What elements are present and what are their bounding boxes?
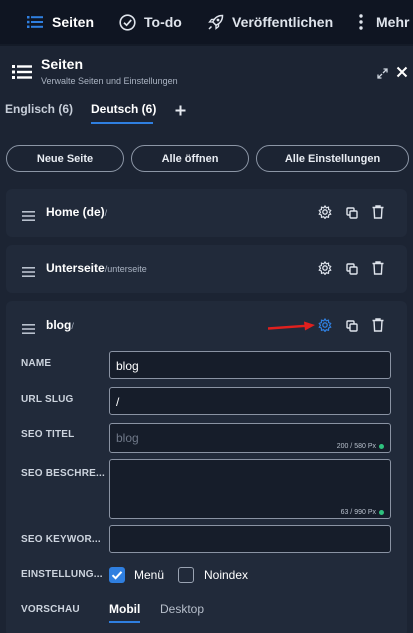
close-icon[interactable] xyxy=(396,65,408,83)
tab-englisch[interactable]: Englisch (6) xyxy=(5,102,73,116)
page-path: /unterseite xyxy=(104,264,147,274)
tab-deutsch[interactable]: Deutsch (6) xyxy=(91,102,156,116)
noindex-checkbox[interactable] xyxy=(178,567,194,583)
seo-keywords-field[interactable] xyxy=(109,525,391,553)
page-name: Unterseite xyxy=(46,261,105,275)
page-path: / xyxy=(104,208,108,218)
page-path: / xyxy=(71,321,74,331)
check-icon xyxy=(111,571,123,580)
pointer-arrow xyxy=(267,320,316,338)
seo-description-counter: 63 / 990 Px xyxy=(341,509,384,516)
trash-icon[interactable] xyxy=(372,205,384,224)
language-tabs: Englisch (6) Deutsch (6) xyxy=(0,98,413,126)
new-page-button[interactable]: Neue Seite xyxy=(6,145,124,172)
all-settings-button[interactable]: Alle Einstellungen xyxy=(256,145,409,172)
settings-icon[interactable] xyxy=(318,317,332,337)
more-vertical-icon xyxy=(356,13,366,31)
panel-subtitle: Verwalte Seiten und Einstellungen xyxy=(41,76,178,86)
page-name: Home (de) xyxy=(46,205,105,219)
rocket-icon xyxy=(206,13,224,31)
page-title-row[interactable]: blog/ xyxy=(46,318,74,332)
settings-icon[interactable] xyxy=(318,260,332,280)
nav-label: Seiten xyxy=(52,14,95,30)
settings-label: EINSTELLUNG... xyxy=(21,569,103,580)
url-slug-field[interactable]: / xyxy=(109,387,391,415)
nav-label: Veröffentlichen xyxy=(232,14,334,30)
seo-title-placeholder: blog xyxy=(116,431,139,445)
open-all-button[interactable]: Alle öffnen xyxy=(131,145,249,172)
panel-header: Seiten Verwalte Seiten und Einstellungen xyxy=(0,46,413,96)
seo-keywords-label: SEO KEYWOR... xyxy=(21,534,101,545)
nav-item-veroeffentlichen[interactable]: Veröffentlichen xyxy=(206,0,333,44)
noindex-checkbox-label[interactable]: Noindex xyxy=(204,568,248,582)
url-slug-value: / xyxy=(116,395,120,409)
duplicate-icon[interactable] xyxy=(346,319,358,337)
name-value: blog xyxy=(116,359,139,373)
page-card-blog: blog/ NAME blog URL SLUG / SEO TITEL blo… xyxy=(6,301,407,633)
trash-icon[interactable] xyxy=(372,261,384,280)
add-language-icon[interactable] xyxy=(175,103,186,121)
drag-handle-icon[interactable] xyxy=(22,264,35,282)
settings-icon[interactable] xyxy=(318,204,332,224)
name-field[interactable]: blog xyxy=(109,351,391,379)
seo-title-label: SEO TITEL xyxy=(21,429,75,440)
seo-description-label: SEO BESCHRE... xyxy=(21,468,105,479)
page-name: blog xyxy=(46,318,72,332)
nav-item-mehr[interactable]: Mehr xyxy=(356,0,409,44)
page-title-row: Home (de)/ xyxy=(46,205,107,219)
preview-tab-desktop[interactable]: Desktop xyxy=(160,602,204,616)
nav-label: To-do xyxy=(144,14,182,30)
list-icon xyxy=(26,13,44,31)
page-card-unterseite[interactable]: Unterseite/unterseite xyxy=(6,245,407,293)
nav-item-seiten[interactable]: Seiten xyxy=(26,0,94,44)
counter-text: 200 / 580 Px xyxy=(336,443,376,450)
menu-checkbox[interactable] xyxy=(109,567,125,583)
menu-checkbox-label[interactable]: Menü xyxy=(134,568,164,582)
seo-title-field[interactable]: blog 200 / 580 Px xyxy=(109,423,391,453)
status-dot xyxy=(379,444,384,449)
preview-tab-mobil[interactable]: Mobil xyxy=(109,602,140,616)
page-title-row: Unterseite/unterseite xyxy=(46,261,147,275)
trash-icon[interactable] xyxy=(372,318,384,337)
url-slug-label: URL SLUG xyxy=(21,394,74,405)
status-dot xyxy=(379,510,384,515)
preview-tab-indicator xyxy=(109,621,140,623)
name-label: NAME xyxy=(21,358,52,369)
expand-icon[interactable] xyxy=(377,66,388,84)
nav-item-todo[interactable]: To-do xyxy=(118,0,182,44)
duplicate-icon[interactable] xyxy=(346,262,358,280)
nav-label: Mehr xyxy=(376,14,410,30)
drag-handle-icon[interactable] xyxy=(22,321,35,339)
seo-title-counter: 200 / 580 Px xyxy=(337,443,384,450)
drag-handle-icon[interactable] xyxy=(22,208,35,226)
active-tab-indicator xyxy=(91,122,153,124)
list-icon xyxy=(12,64,32,85)
page-card-home[interactable]: Home (de)/ xyxy=(6,189,407,237)
duplicate-icon[interactable] xyxy=(346,206,358,224)
panel-title: Seiten xyxy=(41,56,84,72)
pages-panel: Seiten Verwalte Seiten und Einstellungen… xyxy=(0,46,413,633)
check-circle-icon xyxy=(118,13,136,31)
counter-text: 63 / 990 Px xyxy=(340,509,376,516)
seo-description-field[interactable]: 63 / 990 Px xyxy=(109,459,391,519)
preview-label: VORSCHAU xyxy=(21,604,80,615)
top-navigation: Seiten To-do Veröffentlichen Mehr xyxy=(0,0,413,44)
